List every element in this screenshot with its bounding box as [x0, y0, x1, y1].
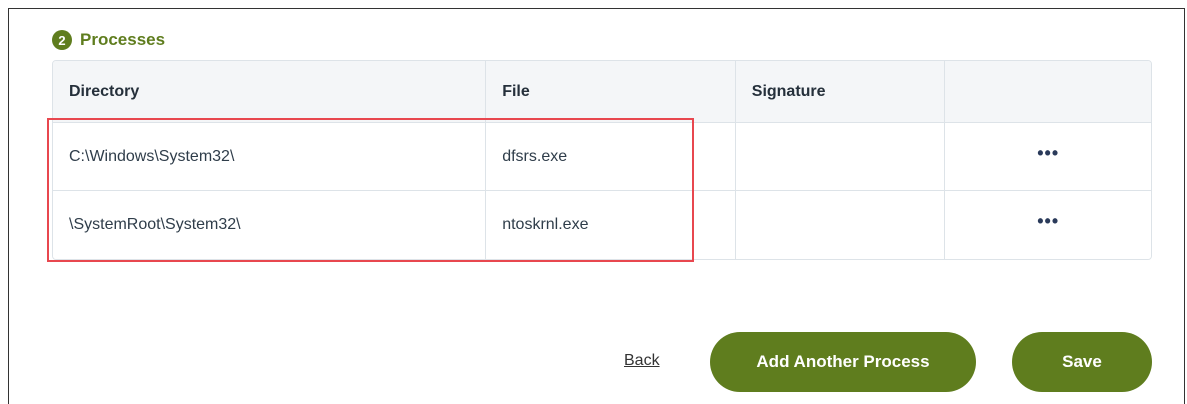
file-cell: dfsrs.exe: [486, 123, 736, 190]
more-options-icon[interactable]: •••: [1037, 212, 1059, 234]
processes-table: Directory File Signature C:\Windows\Syst…: [52, 60, 1152, 260]
directory-cell: \SystemRoot\System32\: [53, 191, 487, 259]
table-row: C:\Windows\System32\ dfsrs.exe •••: [53, 123, 1151, 191]
more-options-icon[interactable]: •••: [1037, 144, 1059, 166]
section-header: 2 Processes: [52, 28, 165, 52]
table-row: \SystemRoot\System32\ ntoskrnl.exe •••: [53, 191, 1151, 259]
column-header-actions: [945, 61, 1151, 122]
column-header-signature: Signature: [736, 61, 946, 122]
save-button[interactable]: Save: [1012, 332, 1152, 392]
column-header-directory: Directory: [53, 61, 487, 122]
row-actions-cell: •••: [945, 191, 1151, 259]
step-number-badge: 2: [52, 30, 72, 50]
section-title: Processes: [80, 30, 166, 49]
signature-cell: [736, 123, 946, 190]
add-another-process-button[interactable]: Add Another Process: [710, 332, 976, 392]
row-actions-cell: •••: [945, 123, 1151, 190]
column-header-file: File: [486, 61, 736, 122]
directory-cell: C:\Windows\System32\: [53, 123, 487, 190]
table-header-row: Directory File Signature: [53, 61, 1151, 123]
back-link[interactable]: Back: [624, 352, 660, 370]
signature-cell: [736, 191, 946, 259]
file-cell: ntoskrnl.exe: [486, 191, 736, 259]
